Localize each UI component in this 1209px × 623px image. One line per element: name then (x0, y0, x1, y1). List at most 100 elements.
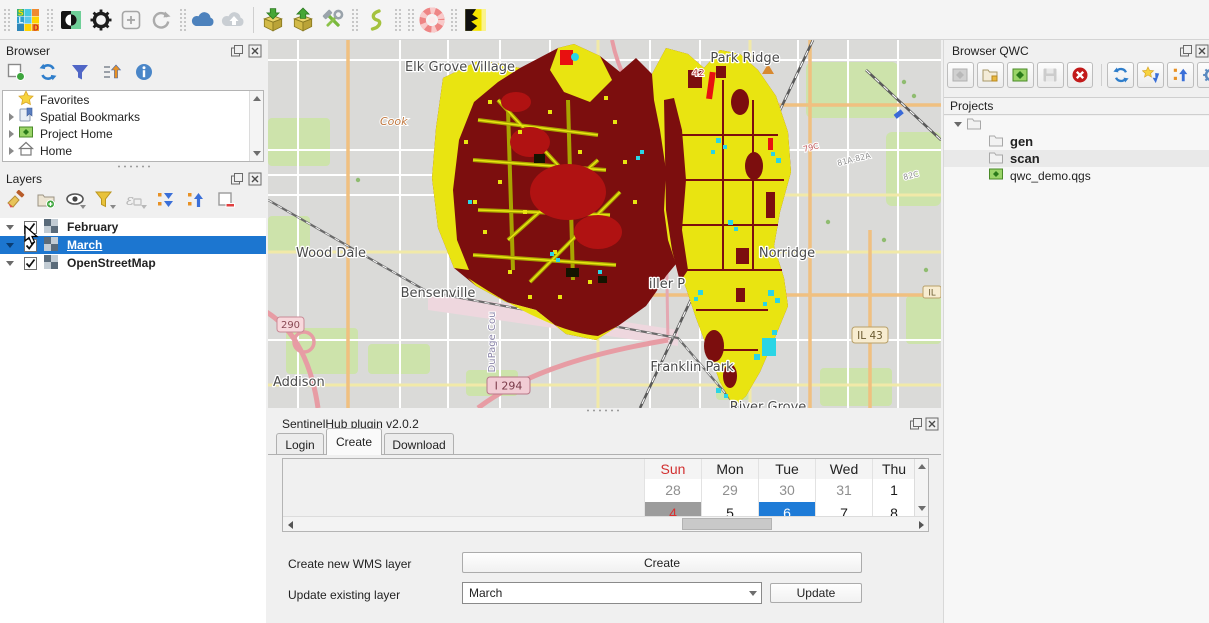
styling-icon[interactable] (4, 188, 28, 212)
create-button[interactable]: Create (462, 552, 862, 573)
settings-icon[interactable] (1197, 62, 1209, 88)
tab-create[interactable]: Create (326, 428, 382, 455)
calendar-widget[interactable]: Sun Mon Tue Wed Thu 28 29 30 31 1 4 5 6 … (282, 458, 929, 532)
qwc-item-scan[interactable]: scan (944, 150, 1209, 167)
toolbar-drag-handle[interactable] (179, 8, 186, 32)
collapse-all-icon[interactable] (100, 60, 124, 84)
close-panel-button[interactable] (1195, 44, 1209, 58)
filter-legend-icon[interactable] (94, 188, 118, 212)
expander-icon[interactable] (954, 122, 962, 127)
sld-plugin-icon[interactable]: S L D (13, 5, 43, 35)
qwc-config-icon[interactable] (56, 5, 86, 35)
calendar-vscrollbar[interactable] (914, 459, 928, 516)
new-project-icon[interactable] (1007, 62, 1034, 88)
shield-i294: I 294 (495, 380, 523, 393)
map-themes-icon[interactable] (64, 188, 88, 212)
remove-layer-icon[interactable] (214, 188, 238, 212)
tab-download[interactable]: Download (384, 433, 454, 455)
float-panel-button[interactable] (1179, 44, 1193, 58)
close-panel-button[interactable] (248, 172, 262, 186)
browser-item-project-home[interactable]: Project Home (3, 125, 263, 142)
qwc-root-folder[interactable] (944, 116, 1209, 133)
help-ring-icon[interactable] (417, 5, 447, 35)
save-disabled-icon[interactable] (1037, 62, 1064, 88)
label-franklin-park: Franklin Park (650, 360, 734, 375)
browser-scrollbar[interactable] (249, 91, 263, 161)
float-panel-button[interactable] (230, 172, 244, 186)
qwc-tree-header[interactable]: Projects (944, 97, 1209, 115)
toolbar-drag-handle[interactable] (351, 8, 358, 32)
update-button[interactable]: Update (770, 583, 862, 603)
calendar-header-mon: Mon (701, 459, 758, 479)
layers-toolbar: ε (4, 188, 238, 212)
float-panel-button[interactable] (909, 417, 923, 431)
expander-icon[interactable] (6, 243, 14, 248)
add-layer-icon[interactable] (4, 60, 28, 84)
toolbar-drag-handle[interactable] (3, 8, 10, 32)
tools-icon[interactable] (318, 5, 348, 35)
calendar-day[interactable]: 29 (701, 479, 758, 502)
package-checkout-icon[interactable] (258, 5, 288, 35)
qwc-item-qwc-demo[interactable]: qwc_demo.qgs (944, 167, 1209, 184)
layer-row-march[interactable]: March (0, 236, 266, 254)
calendar-day[interactable]: 8 (872, 502, 915, 516)
add-group-icon[interactable] (34, 188, 58, 212)
calendar-day[interactable]: 7 (815, 502, 872, 516)
toolbar-drag-handle[interactable] (394, 8, 401, 32)
sentinelhub-icon[interactable] (361, 5, 391, 35)
mouse-cursor (24, 225, 39, 246)
filter-icon[interactable] (68, 60, 92, 84)
calendar-day[interactable]: 31 (815, 479, 872, 502)
package-checkin-icon[interactable] (288, 5, 318, 35)
layers-panel-title: Layers (6, 172, 42, 186)
expander-icon[interactable] (6, 225, 14, 230)
filter-expression-icon[interactable]: ε (124, 188, 148, 212)
browser-item-favorites[interactable]: Favorites (3, 91, 263, 108)
tab-login[interactable]: Login (276, 433, 324, 455)
calendar-day[interactable]: 30 (758, 479, 815, 502)
calendar-day[interactable]: 1 (872, 479, 915, 502)
expander-icon[interactable] (9, 147, 14, 155)
close-panel-button[interactable] (248, 44, 262, 58)
browser-item-spatial-bookmarks[interactable]: Spatial Bookmarks (3, 108, 263, 125)
close-panel-button[interactable] (925, 417, 939, 431)
calendar-hscrollbar[interactable] (283, 516, 928, 531)
layer-row-openstreetmap[interactable]: OpenStreetMap (0, 254, 266, 272)
open-disabled-icon[interactable] (947, 62, 974, 88)
calendar-day-selected[interactable]: 6 (758, 502, 815, 516)
add-plus-icon[interactable] (116, 5, 146, 35)
toolbar-drag-handle[interactable] (46, 8, 53, 32)
layer-checkbox[interactable] (24, 257, 37, 270)
refresh-icon[interactable] (36, 60, 60, 84)
expander-icon[interactable] (6, 261, 14, 266)
qwc-flag-icon[interactable] (460, 5, 490, 35)
qwc-panel: Browser QWC (943, 40, 1209, 623)
expand-new-icon[interactable] (1137, 62, 1164, 88)
collapse-all-icon[interactable] (184, 188, 208, 212)
refresh-icon[interactable] (1107, 62, 1134, 88)
toolbar-drag-handle[interactable] (407, 8, 414, 32)
toolbar-drag-handle[interactable] (450, 8, 457, 32)
reload-icon[interactable] (146, 5, 176, 35)
layer-select[interactable]: March (462, 582, 762, 604)
cloud-download-icon[interactable] (189, 5, 219, 35)
calendar-day-sunday-highlight[interactable]: 4 (644, 502, 701, 516)
qwc-item-gen[interactable]: gen (944, 133, 1209, 150)
properties-icon[interactable] (132, 60, 156, 84)
collapse-icon[interactable] (1167, 62, 1194, 88)
cloud-upload-icon[interactable] (219, 5, 249, 35)
raster-layer-icon (43, 218, 59, 237)
expander-icon[interactable] (9, 130, 14, 138)
expander-icon[interactable] (9, 113, 14, 121)
calendar-day[interactable]: 28 (644, 479, 701, 502)
expand-all-icon[interactable] (154, 188, 178, 212)
delete-icon[interactable] (1067, 62, 1094, 88)
layer-row-february[interactable]: February (0, 218, 266, 236)
gear-icon[interactable] (86, 5, 116, 35)
float-panel-button[interactable] (230, 44, 244, 58)
calendar-day[interactable]: 5 (701, 502, 758, 516)
map-canvas[interactable]: Elk Grove Village Park Ridge Wood Dale B… (268, 40, 941, 408)
browser-item-home[interactable]: Home (3, 142, 263, 159)
new-folder-icon[interactable] (977, 62, 1004, 88)
scrollbar-thumb[interactable] (682, 518, 772, 530)
